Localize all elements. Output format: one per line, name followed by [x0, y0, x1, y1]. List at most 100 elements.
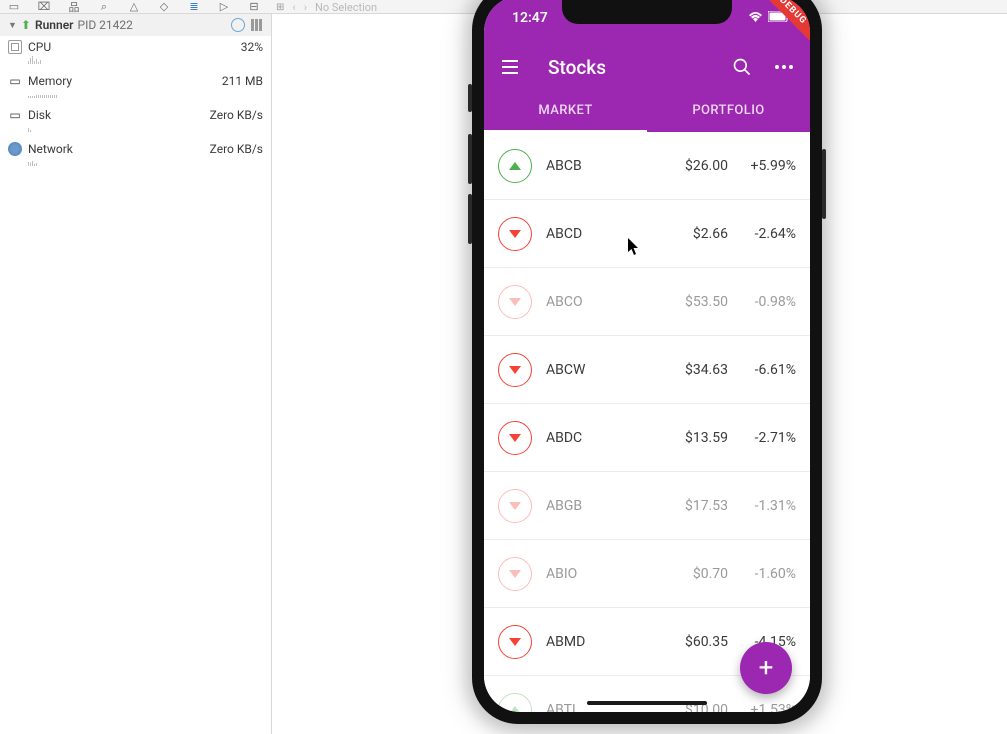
warning-icon[interactable]: △	[126, 0, 142, 15]
search-icon[interactable]	[730, 55, 754, 79]
memory-icon: ▭	[8, 74, 22, 88]
trend-up-icon	[498, 149, 532, 183]
filter-icon[interactable]	[231, 18, 245, 32]
trend-down-icon	[498, 625, 532, 659]
metric-network[interactable]: Network Zero KB/s	[0, 138, 271, 156]
stock-symbol: ABGB	[546, 498, 685, 514]
grid-icon[interactable]: ⊞	[276, 2, 284, 13]
stock-change: -1.60%	[746, 566, 796, 582]
runner-row[interactable]: ▼ ⬆ Runner PID 21422	[0, 14, 271, 36]
stock-price: $60.35	[685, 634, 728, 650]
log-icon[interactable]: ⊟	[246, 0, 262, 15]
trend-down-icon	[498, 421, 532, 455]
app-title: Stocks	[548, 56, 730, 79]
main-editor-area: DEBUG 12:47	[272, 14, 1007, 734]
disk-sparkline	[0, 122, 271, 138]
stock-row[interactable]: ABCW$34.63 -6.61%	[484, 336, 810, 404]
metric-value: 32%	[241, 40, 263, 54]
stock-list[interactable]: ABCB$26.00 +5.99% ABCD$2.66 -2.64% ABCO$53.5…	[484, 132, 810, 712]
stock-price: $53.50	[685, 294, 728, 310]
stock-symbol: ABCO	[546, 294, 685, 310]
power-button[interactable]	[822, 149, 826, 219]
stock-row[interactable]: ABCD$2.66 -2.64%	[484, 200, 810, 268]
status-time: 12:47	[512, 10, 548, 26]
stock-price: $2.66	[693, 226, 728, 242]
breakpoint-icon[interactable]: ▷	[216, 0, 232, 15]
stock-price: $26.00	[685, 158, 728, 174]
stock-row[interactable]: ABDC$13.59 -2.71%	[484, 404, 810, 472]
stock-row[interactable]: ABIO$0.70 -1.60%	[484, 540, 810, 608]
device-notch	[562, 0, 732, 24]
metric-label: Disk	[28, 108, 51, 122]
tab-bar: MARKET PORTFOLIO	[484, 88, 810, 132]
tab-label: MARKET	[538, 103, 592, 118]
metric-label: Memory	[28, 74, 72, 88]
tag-icon[interactable]: ◇	[156, 0, 172, 15]
runner-pid: PID 21422	[78, 18, 133, 32]
search-icon[interactable]: ⌕	[96, 0, 112, 15]
stock-change: +5.99%	[746, 158, 796, 174]
hierarchy-icon[interactable]: 品	[66, 0, 82, 15]
tab-market[interactable]: MARKET	[484, 88, 647, 132]
stock-change: -1.31%	[746, 498, 796, 514]
trend-down-icon	[498, 285, 532, 319]
volume-down-button[interactable]	[468, 194, 472, 244]
stock-row[interactable]: ABCB$26.00 +5.99%	[484, 132, 810, 200]
stock-price: $34.63	[685, 362, 728, 378]
person-icon[interactable]: ⌧	[36, 0, 52, 15]
menu-icon[interactable]	[498, 55, 522, 79]
stock-symbol: ABCD	[546, 226, 693, 242]
app-bar: Stocks	[484, 40, 810, 88]
stock-change: -2.64%	[746, 226, 796, 242]
trend-up-icon	[498, 693, 532, 713]
metric-memory[interactable]: ▭ Memory 211 MB	[0, 70, 271, 88]
fab-add[interactable]: +	[740, 642, 792, 694]
silence-switch[interactable]	[468, 84, 472, 112]
stock-symbol: ABCB	[546, 158, 685, 174]
stock-change: -0.98%	[746, 294, 796, 310]
running-icon: ⬆	[21, 18, 31, 32]
home-indicator[interactable]	[587, 701, 707, 705]
stock-price: $13.59	[685, 430, 728, 446]
metric-disk[interactable]: ▭ Disk Zero KB/s	[0, 104, 271, 122]
network-sparkline	[0, 156, 271, 172]
stock-symbol: ABMD	[546, 634, 685, 650]
breadcrumb-text: No Selection	[315, 1, 377, 14]
trend-down-icon	[498, 489, 532, 523]
disk-icon: ▭	[8, 108, 22, 122]
simulator-device: DEBUG 12:47	[472, 0, 822, 724]
debug-sidebar: ▼ ⬆ Runner PID 21422 CPU 32% ▭ Memory 21…	[0, 14, 272, 734]
metric-value: Zero KB/s	[210, 142, 263, 156]
volume-up-button[interactable]	[468, 134, 472, 184]
stock-change: -6.61%	[746, 362, 796, 378]
tab-portfolio[interactable]: PORTFOLIO	[647, 88, 810, 132]
simulator-screen[interactable]: DEBUG 12:47	[484, 0, 810, 712]
gauge-icon[interactable]: ≣	[186, 0, 202, 15]
trend-down-icon	[498, 557, 532, 591]
stock-row[interactable]: ABGB$17.53 -1.31%	[484, 472, 810, 540]
stock-symbol: ABCW	[546, 362, 685, 378]
stock-symbol: ABDC	[546, 430, 685, 446]
folder-icon[interactable]: ▭	[6, 0, 22, 15]
stock-change: +1.53%	[746, 702, 796, 713]
nav-back-icon[interactable]: ‹	[292, 1, 295, 14]
cpu-icon	[8, 40, 22, 54]
columns-icon[interactable]	[251, 19, 263, 31]
metric-cpu[interactable]: CPU 32%	[0, 36, 271, 54]
metric-value: 211 MB	[222, 74, 263, 88]
trend-down-icon	[498, 217, 532, 251]
wifi-icon	[748, 11, 763, 25]
trend-down-icon	[498, 353, 532, 387]
fab-label: +	[759, 653, 774, 683]
mouse-cursor	[628, 238, 640, 256]
nav-forward-icon[interactable]: ›	[304, 1, 307, 14]
cpu-sparkline	[0, 54, 271, 70]
stock-price: $0.70	[693, 566, 728, 582]
stock-symbol: ABIO	[546, 566, 693, 582]
breadcrumb-bar: ⊞ ‹ › No Selection	[276, 0, 377, 14]
stock-price: $17.53	[685, 498, 728, 514]
disclosure-icon[interactable]: ▼	[8, 20, 17, 31]
stock-change: -2.71%	[746, 430, 796, 446]
stock-row[interactable]: ABCO$53.50 -0.98%	[484, 268, 810, 336]
more-icon[interactable]	[772, 55, 796, 79]
